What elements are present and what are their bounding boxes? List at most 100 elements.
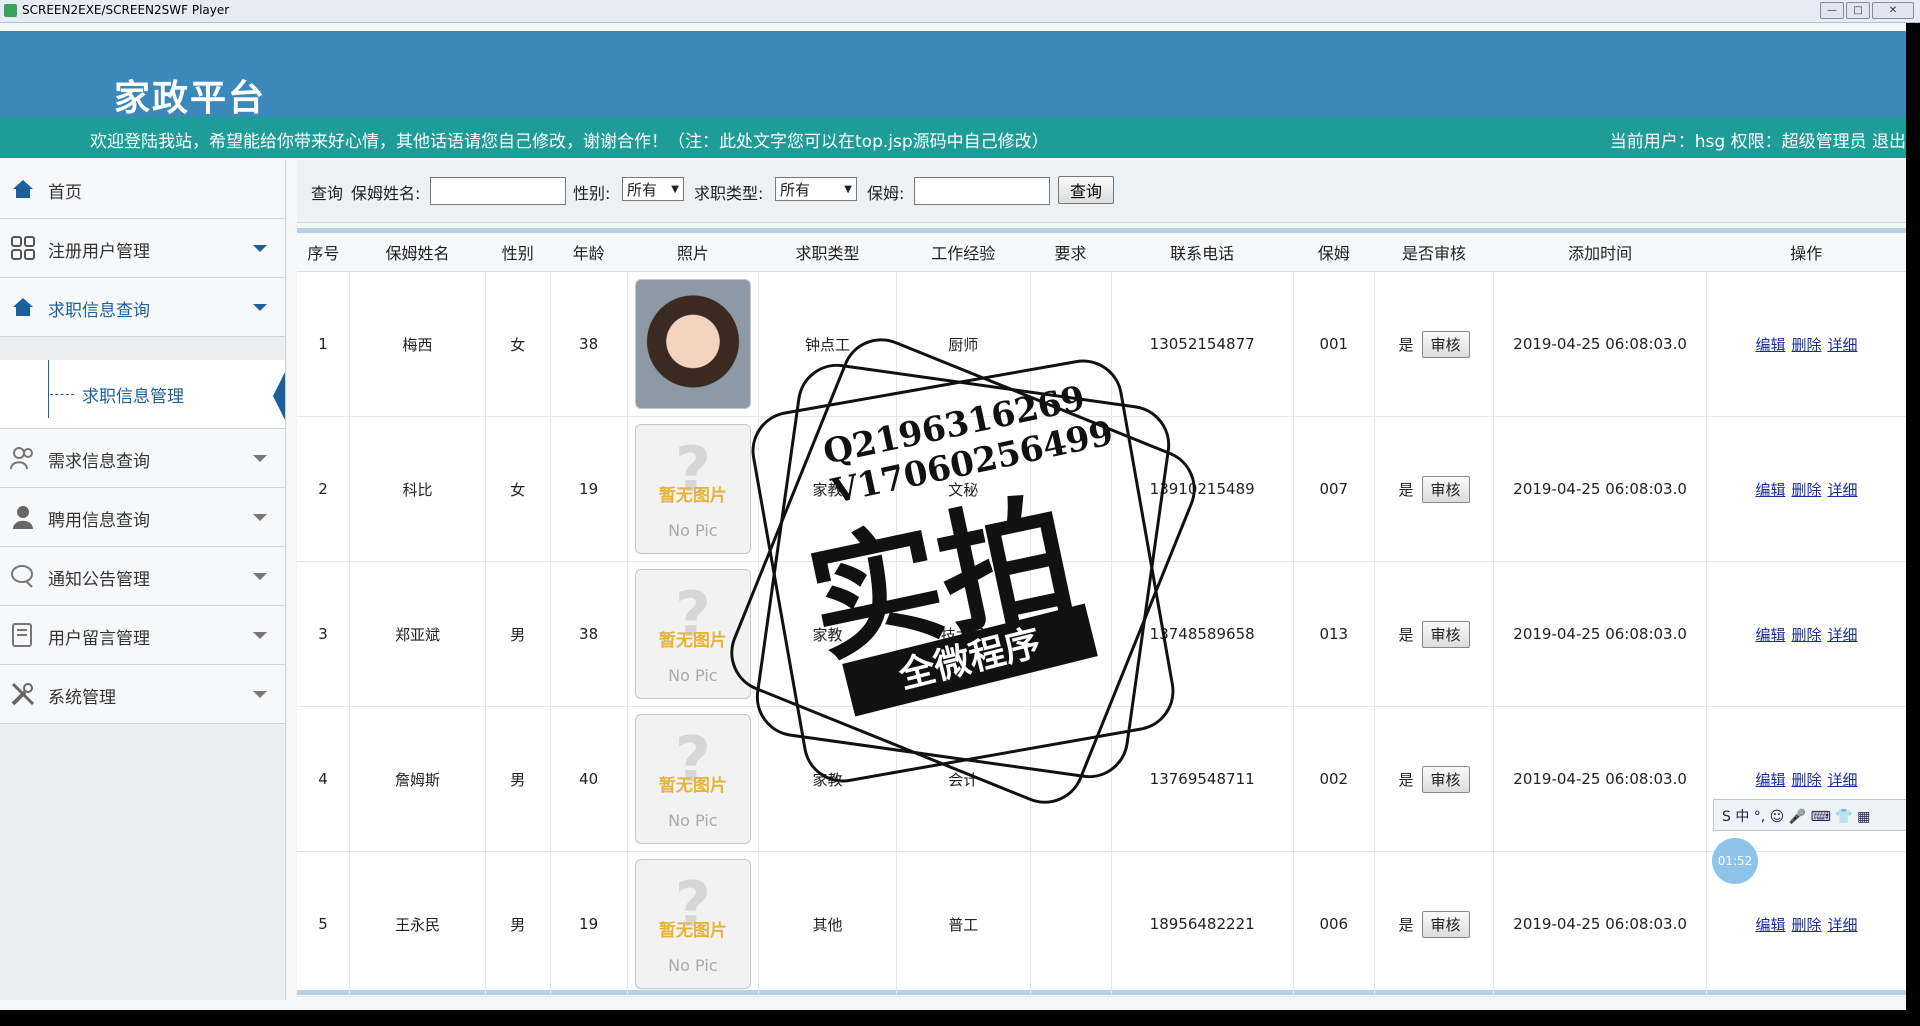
user-info[interactable]: 当前用户：hsg 权限：超级管理员 退出 [1610, 127, 1906, 152]
sidebar: 首页 注册用户管理 求职信息查询 求职信息管理 需求信息查询 聘用信息查询 通知… [0, 160, 286, 1000]
site-title: 家政平台 [114, 78, 267, 119]
column-header: 保姆 [1293, 233, 1375, 272]
added-time-cell: 2019-04-25 06:08:03.0 [1493, 271, 1707, 417]
age-cell: 19 [550, 851, 628, 997]
delete-link[interactable]: 删除 [1791, 626, 1821, 644]
detail-link[interactable]: 详细 [1827, 771, 1857, 789]
detail-link[interactable]: 详细 [1827, 481, 1857, 499]
column-header: 操作 [1706, 233, 1906, 272]
nanny-code-cell: 007 [1293, 416, 1375, 562]
users-icon [10, 447, 33, 470]
requirement-cell [1030, 851, 1112, 997]
sidebar-subitem-label: 求职信息管理 [82, 387, 184, 407]
watermark-stamp: Q2196316269 V17060256499 实拍 全微程序 [715, 323, 1208, 816]
audit-status: 是 [1398, 335, 1414, 354]
ime-toolbar[interactable]: S 中 °, ☺ 🎤 ⌨ 👕 ▦ [1713, 799, 1906, 831]
sidebar-subitem-job-manage[interactable]: 求职信息管理 [0, 360, 285, 429]
nanny-code-cell: 013 [1293, 561, 1375, 707]
audit-cell: 是审核 [1374, 706, 1495, 852]
age-cell: 19 [550, 416, 628, 562]
audit-cell: 是审核 [1374, 851, 1495, 997]
column-header: 年龄 [550, 233, 628, 272]
phone-cell: 18956482221 [1111, 851, 1294, 997]
sidebar-item-messages[interactable]: 用户留言管理 [0, 606, 285, 665]
audit-button[interactable]: 审核 [1421, 475, 1470, 503]
edit-link[interactable]: 编辑 [1755, 336, 1785, 354]
ops-cell: 编辑 删除 详细 [1706, 416, 1906, 562]
row-number: 1 [297, 271, 351, 417]
detail-link[interactable]: 详细 [1827, 336, 1857, 354]
detail-link[interactable]: 详细 [1827, 626, 1857, 644]
gender-cell: 男 [485, 561, 551, 707]
column-header: 联系电话 [1111, 233, 1294, 272]
sidebar-item-label: 聘用信息查询 [48, 511, 150, 531]
added-time-cell: 2019-04-25 06:08:03.0 [1493, 851, 1707, 997]
sidebar-item-label: 求职信息查询 [48, 301, 150, 321]
nanny-name: 王永民 [349, 851, 486, 997]
detail-link[interactable]: 详细 [1827, 916, 1857, 934]
app-icon [4, 4, 17, 17]
sidebar-item-home[interactable]: 首页 [0, 160, 285, 219]
column-header: 性别 [485, 233, 551, 272]
edit-link[interactable]: 编辑 [1755, 626, 1785, 644]
experience-cell: 普工 [896, 851, 1031, 997]
table-row: 5 王永民男 19? 暂无图片 No Pic 其他 普工 18956482221 006 是审核 2… [297, 851, 1906, 997]
column-header: 工作经验 [896, 233, 1031, 272]
audit-button[interactable]: 审核 [1421, 765, 1470, 793]
audit-button[interactable]: 审核 [1421, 910, 1470, 938]
sidebar-item-label: 需求信息查询 [48, 452, 150, 472]
nanny-code-cell: 006 [1293, 851, 1375, 997]
row-number: 2 [297, 416, 351, 562]
chevron-down-icon [253, 304, 267, 311]
ops-cell: 编辑 删除 详细 [1706, 271, 1906, 417]
sidebar-item-system[interactable]: 系统管理 [0, 665, 285, 724]
sidebar-item-job-query[interactable]: 求职信息查询 [0, 278, 285, 337]
nanny-name-input[interactable] [430, 177, 566, 205]
sidebar-item-notice[interactable]: 通知公告管理 [0, 547, 285, 606]
maximize-button[interactable]: □ [1846, 2, 1870, 19]
close-button[interactable]: ✕ [1872, 2, 1914, 19]
gender-cell: 女 [485, 416, 551, 562]
minimize-button[interactable]: — [1820, 2, 1844, 19]
column-header: 要求 [1030, 233, 1112, 272]
sidebar-item-label: 用户留言管理 [48, 629, 150, 649]
welcome-text: 欢迎登陆我站，希望能给你带来好心情，其他话语请您自己修改，谢谢合作！（注：此处文… [90, 132, 1049, 152]
chevron-down-icon [253, 632, 267, 639]
audit-status: 是 [1398, 480, 1414, 499]
age-cell: 40 [550, 706, 628, 852]
gender-cell: 男 [485, 851, 551, 997]
column-header: 添加时间 [1493, 233, 1707, 272]
sidebar-item-demand-query[interactable]: 需求信息查询 [0, 429, 285, 488]
sidebar-item-users[interactable]: 注册用户管理 [0, 219, 285, 278]
gender-cell: 男 [485, 706, 551, 852]
delete-link[interactable]: 删除 [1791, 771, 1821, 789]
delete-link[interactable]: 删除 [1791, 336, 1821, 354]
nanny-label: 保姆: [867, 184, 905, 203]
chevron-down-icon [253, 514, 267, 521]
delete-link[interactable]: 删除 [1791, 916, 1821, 934]
audit-button[interactable]: 审核 [1421, 330, 1470, 358]
row-number: 4 [297, 706, 351, 852]
gender-select[interactable]: 所有 [622, 177, 684, 202]
sidebar-item-label: 首页 [48, 183, 82, 203]
nanny-input[interactable] [914, 177, 1050, 205]
sidebar-item-label: 系统管理 [48, 688, 116, 708]
edit-link[interactable]: 编辑 [1755, 481, 1785, 499]
age-cell: 38 [550, 561, 628, 707]
job-type-select[interactable]: 所有 [775, 177, 857, 202]
search-button[interactable]: 查询 [1058, 176, 1114, 204]
edit-link[interactable]: 编辑 [1755, 916, 1785, 934]
audit-button[interactable]: 审核 [1421, 620, 1470, 648]
chevron-down-icon [253, 455, 267, 462]
row-number: 5 [297, 851, 351, 997]
window-title: SCREEN2EXE/SCREEN2SWF Player [22, 3, 230, 17]
search-prefix: 查询 [311, 184, 344, 203]
edit-link[interactable]: 编辑 [1755, 771, 1785, 789]
welcome-bar: 欢迎登陆我站，希望能给你带来好心情，其他话语请您自己修改，谢谢合作！（注：此处文… [0, 117, 1906, 158]
column-header: 保姆姓名 [349, 233, 486, 272]
sidebar-item-hire-query[interactable]: 聘用信息查询 [0, 488, 285, 547]
name-label: 保姆姓名: [351, 184, 421, 203]
delete-link[interactable]: 删除 [1791, 481, 1821, 499]
audit-status: 是 [1398, 625, 1414, 644]
job-type-cell: 其他 [758, 851, 897, 997]
